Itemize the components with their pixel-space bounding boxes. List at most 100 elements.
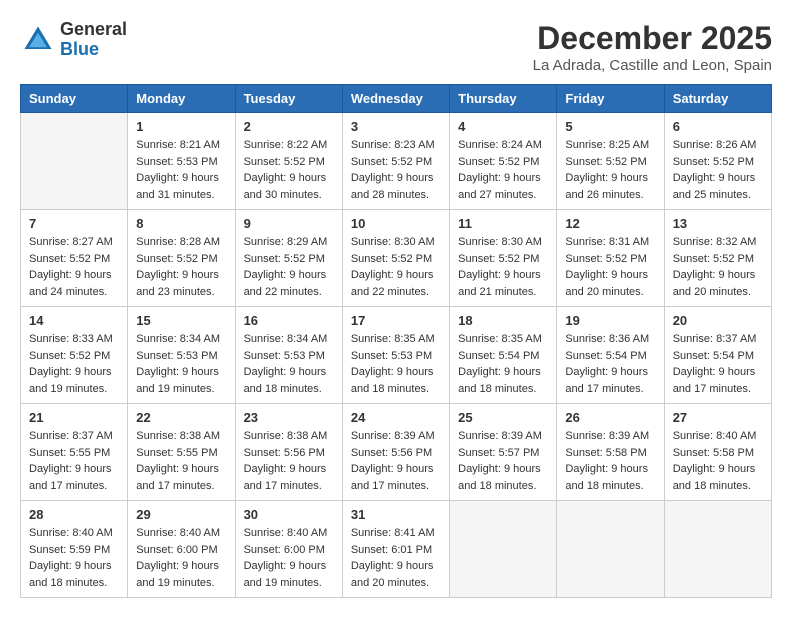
- week-row-2: 7Sunrise: 8:27 AMSunset: 5:52 PMDaylight…: [21, 210, 772, 307]
- day-info: Sunrise: 8:36 AMSunset: 5:54 PMDaylight:…: [565, 331, 655, 397]
- calendar-cell: 13 Sunrise: 8:32 AMSunset: 5:52 PMDayligh…: [664, 210, 771, 307]
- day-number: 6: [673, 119, 763, 134]
- logo-general: General: [60, 19, 127, 39]
- weekday-header-friday: Friday: [557, 85, 664, 113]
- day-number: 1: [136, 119, 226, 134]
- title-block: December 2025 La Adrada, Castille and Le…: [533, 20, 772, 74]
- day-info: Sunrise: 8:30 AMSunset: 5:52 PMDaylight:…: [351, 234, 441, 300]
- day-number: 13: [673, 216, 763, 231]
- day-info: Sunrise: 8:29 AMSunset: 5:52 PMDaylight:…: [244, 234, 334, 300]
- day-number: 27: [673, 410, 763, 425]
- day-info: Sunrise: 8:40 AMSunset: 5:59 PMDaylight:…: [29, 525, 119, 591]
- day-number: 30: [244, 507, 334, 522]
- calendar-table: SundayMondayTuesdayWednesdayThursdayFrid…: [20, 84, 772, 598]
- day-number: 15: [136, 313, 226, 328]
- day-number: 21: [29, 410, 119, 425]
- day-number: 2: [244, 119, 334, 134]
- day-info: Sunrise: 8:23 AMSunset: 5:52 PMDaylight:…: [351, 137, 441, 203]
- day-info: Sunrise: 8:35 AMSunset: 5:54 PMDaylight:…: [458, 331, 548, 397]
- weekday-header-monday: Monday: [128, 85, 235, 113]
- day-number: 26: [565, 410, 655, 425]
- weekday-header-wednesday: Wednesday: [342, 85, 449, 113]
- calendar-cell: [557, 501, 664, 598]
- weekday-header-sunday: Sunday: [21, 85, 128, 113]
- logo-text: General Blue: [60, 20, 127, 60]
- day-info: Sunrise: 8:39 AMSunset: 5:57 PMDaylight:…: [458, 428, 548, 494]
- day-number: 17: [351, 313, 441, 328]
- day-info: Sunrise: 8:33 AMSunset: 5:52 PMDaylight:…: [29, 331, 119, 397]
- calendar-cell: 21 Sunrise: 8:37 AMSunset: 5:55 PMDayligh…: [21, 404, 128, 501]
- week-row-3: 14 Sunrise: 8:33 AMSunset: 5:52 PMDayligh…: [21, 307, 772, 404]
- calendar-cell: 29Sunrise: 8:40 AMSunset: 6:00 PMDayligh…: [128, 501, 235, 598]
- calendar-cell: [664, 501, 771, 598]
- day-info: Sunrise: 8:39 AMSunset: 5:58 PMDaylight:…: [565, 428, 655, 494]
- day-number: 24: [351, 410, 441, 425]
- calendar-cell: 15 Sunrise: 8:34 AMSunset: 5:53 PMDayligh…: [128, 307, 235, 404]
- calendar-cell: 4 Sunrise: 8:24 AMSunset: 5:52 PMDaylight…: [450, 113, 557, 210]
- calendar-cell: 12Sunrise: 8:31 AMSunset: 5:52 PMDayligh…: [557, 210, 664, 307]
- day-number: 5: [565, 119, 655, 134]
- calendar-cell: 28 Sunrise: 8:40 AMSunset: 5:59 PMDayligh…: [21, 501, 128, 598]
- page-header: General Blue December 2025 La Adrada, Ca…: [20, 20, 772, 74]
- calendar-cell: 25 Sunrise: 8:39 AMSunset: 5:57 PMDayligh…: [450, 404, 557, 501]
- calendar-cell: 8Sunrise: 8:28 AMSunset: 5:52 PMDaylight…: [128, 210, 235, 307]
- day-info: Sunrise: 8:34 AMSunset: 5:53 PMDaylight:…: [136, 331, 226, 397]
- calendar-cell: 14 Sunrise: 8:33 AMSunset: 5:52 PMDayligh…: [21, 307, 128, 404]
- day-number: 3: [351, 119, 441, 134]
- calendar-cell: [450, 501, 557, 598]
- logo-icon: [20, 22, 56, 58]
- calendar-cell: 18Sunrise: 8:35 AMSunset: 5:54 PMDayligh…: [450, 307, 557, 404]
- calendar-cell: 2 Sunrise: 8:22 AMSunset: 5:52 PMDaylight…: [235, 113, 342, 210]
- day-number: 4: [458, 119, 548, 134]
- day-info: Sunrise: 8:37 AMSunset: 5:54 PMDaylight:…: [673, 331, 763, 397]
- day-number: 9: [244, 216, 334, 231]
- day-info: Sunrise: 8:40 AMSunset: 6:00 PMDaylight:…: [136, 525, 226, 591]
- calendar-cell: 19Sunrise: 8:36 AMSunset: 5:54 PMDayligh…: [557, 307, 664, 404]
- day-number: 10: [351, 216, 441, 231]
- calendar-cell: 31Sunrise: 8:41 AMSunset: 6:01 PMDayligh…: [342, 501, 449, 598]
- calendar-cell: 17Sunrise: 8:35 AMSunset: 5:53 PMDayligh…: [342, 307, 449, 404]
- day-info: Sunrise: 8:21 AMSunset: 5:53 PMDaylight:…: [136, 137, 226, 203]
- header-row: SundayMondayTuesdayWednesdayThursdayFrid…: [21, 85, 772, 113]
- day-info: Sunrise: 8:37 AMSunset: 5:55 PMDaylight:…: [29, 428, 119, 494]
- day-number: 22: [136, 410, 226, 425]
- calendar-cell: 10 Sunrise: 8:30 AMSunset: 5:52 PMDayligh…: [342, 210, 449, 307]
- calendar-cell: 7Sunrise: 8:27 AMSunset: 5:52 PMDaylight…: [21, 210, 128, 307]
- day-info: Sunrise: 8:38 AMSunset: 5:55 PMDaylight:…: [136, 428, 226, 494]
- calendar-cell: 11Sunrise: 8:30 AMSunset: 5:52 PMDayligh…: [450, 210, 557, 307]
- day-info: Sunrise: 8:24 AMSunset: 5:52 PMDaylight:…: [458, 137, 548, 203]
- calendar-cell: 27Sunrise: 8:40 AMSunset: 5:58 PMDayligh…: [664, 404, 771, 501]
- calendar-cell: 6 Sunrise: 8:26 AMSunset: 5:52 PMDaylight…: [664, 113, 771, 210]
- day-number: 28: [29, 507, 119, 522]
- logo: General Blue: [20, 20, 127, 60]
- day-info: Sunrise: 8:38 AMSunset: 5:56 PMDaylight:…: [244, 428, 334, 494]
- day-info: Sunrise: 8:28 AMSunset: 5:52 PMDaylight:…: [136, 234, 226, 300]
- day-info: Sunrise: 8:26 AMSunset: 5:52 PMDaylight:…: [673, 137, 763, 203]
- calendar-header: SundayMondayTuesdayWednesdayThursdayFrid…: [21, 85, 772, 113]
- calendar-cell: 24Sunrise: 8:39 AMSunset: 5:56 PMDayligh…: [342, 404, 449, 501]
- calendar-cell: 26 Sunrise: 8:39 AMSunset: 5:58 PMDayligh…: [557, 404, 664, 501]
- day-number: 20: [673, 313, 763, 328]
- calendar-cell: 22 Sunrise: 8:38 AMSunset: 5:55 PMDayligh…: [128, 404, 235, 501]
- week-row-5: 28 Sunrise: 8:40 AMSunset: 5:59 PMDayligh…: [21, 501, 772, 598]
- calendar-cell: 16Sunrise: 8:34 AMSunset: 5:53 PMDayligh…: [235, 307, 342, 404]
- month-title: December 2025: [533, 20, 772, 57]
- day-number: 14: [29, 313, 119, 328]
- day-info: Sunrise: 8:25 AMSunset: 5:52 PMDaylight:…: [565, 137, 655, 203]
- weekday-header-thursday: Thursday: [450, 85, 557, 113]
- week-row-1: 1 Sunrise: 8:21 AMSunset: 5:53 PMDaylight…: [21, 113, 772, 210]
- calendar-cell: 30 Sunrise: 8:40 AMSunset: 6:00 PMDayligh…: [235, 501, 342, 598]
- day-number: 12: [565, 216, 655, 231]
- day-number: 25: [458, 410, 548, 425]
- day-info: Sunrise: 8:32 AMSunset: 5:52 PMDaylight:…: [673, 234, 763, 300]
- calendar-cell: [21, 113, 128, 210]
- calendar-cell: 9 Sunrise: 8:29 AMSunset: 5:52 PMDaylight…: [235, 210, 342, 307]
- day-info: Sunrise: 8:27 AMSunset: 5:52 PMDaylight:…: [29, 234, 119, 300]
- day-info: Sunrise: 8:41 AMSunset: 6:01 PMDaylight:…: [351, 525, 441, 591]
- logo-blue: Blue: [60, 39, 99, 59]
- week-row-4: 21 Sunrise: 8:37 AMSunset: 5:55 PMDayligh…: [21, 404, 772, 501]
- weekday-header-saturday: Saturday: [664, 85, 771, 113]
- day-info: Sunrise: 8:22 AMSunset: 5:52 PMDaylight:…: [244, 137, 334, 203]
- day-number: 16: [244, 313, 334, 328]
- day-info: Sunrise: 8:40 AMSunset: 6:00 PMDaylight:…: [244, 525, 334, 591]
